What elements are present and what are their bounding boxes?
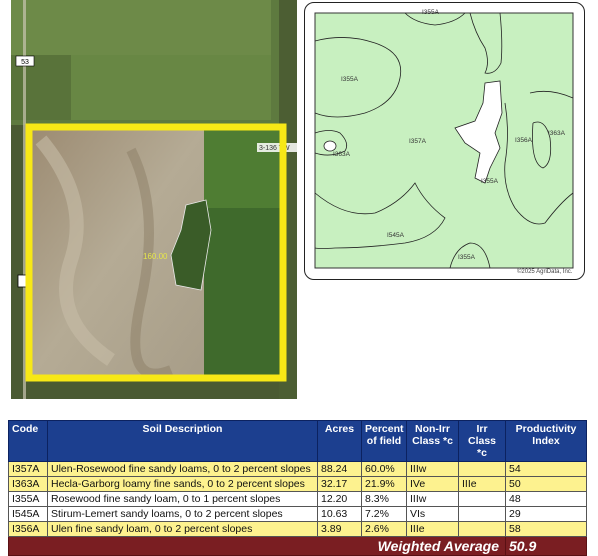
weighted-average-row: Weighted Average 50.9 (8, 536, 587, 556)
field-acres-label: 160.00 (143, 252, 168, 261)
unmapped-spot (323, 140, 337, 152)
cell-productivity: 58 (505, 521, 587, 537)
cell-productivity: 48 (505, 491, 587, 507)
cell-productivity: 50 (505, 476, 587, 492)
soil-label: I355A (341, 76, 359, 83)
soil-label: I363A (333, 151, 351, 158)
cell-nonirr: IIIw (406, 461, 459, 477)
table-row: I363A Hecla-Garborg loamy fine sands, 0 … (8, 476, 587, 492)
cell-description: Ulen-Rosewood fine sandy loams, 0 to 2 p… (47, 461, 318, 477)
aerial-photo: 53 3-136 TW 160.00 (11, 0, 297, 399)
cell-code: I363A (8, 476, 48, 492)
cell-description: Ulen fine sandy loam, 0 to 2 percent slo… (47, 521, 318, 537)
cell-code: I355A (8, 491, 48, 507)
soil-map: I355A I355A I357A I363A I356A I363A I355… (304, 2, 585, 280)
soil-label: I363A (548, 130, 566, 137)
table-row: I545A Stirum-Lemert sandy loams, 0 to 2 … (8, 506, 587, 522)
table-header-row: Code Soil Description Acres Percent of f… (8, 420, 587, 462)
cell-description: Hecla-Garborg loamy fine sands, 0 to 2 p… (47, 476, 318, 492)
cell-code: I357A (8, 461, 48, 477)
column-header-productivity: Productivity Index (505, 420, 587, 462)
soil-map-field (314, 12, 574, 269)
cell-code: I545A (8, 506, 48, 522)
column-header-code: Code (8, 420, 48, 462)
soil-label: I356A (515, 137, 533, 144)
column-header-irr: Irr Class *c (458, 420, 506, 462)
column-header-description: Soil Description (47, 420, 318, 462)
cell-acres: 32.17 (317, 476, 362, 492)
soil-label: I355A (422, 9, 440, 16)
cell-irr (458, 491, 506, 507)
soil-table: Code Soil Description Acres Percent of f… (8, 420, 587, 556)
table-row: I357A Ulen-Rosewood fine sandy loams, 0 … (8, 461, 587, 477)
soil-map-svg: I355A I355A I357A I363A I356A I363A I355… (314, 9, 574, 275)
cell-acres: 88.24 (317, 461, 362, 477)
cell-nonirr: IVe (406, 476, 459, 492)
cell-irr (458, 506, 506, 522)
cell-nonirr: IIIe (406, 521, 459, 537)
road-marker-label: 53 (21, 59, 29, 66)
cell-irr (458, 461, 506, 477)
cell-description: Rosewood fine sandy loam, 0 to 1 percent… (47, 491, 318, 507)
cell-percent: 21.9% (361, 476, 407, 492)
column-header-nonirr: Non-Irr Class *c (406, 420, 459, 462)
cell-nonirr: VIs (406, 506, 459, 522)
cell-irr: IIIe (458, 476, 506, 492)
cell-percent: 2.6% (361, 521, 407, 537)
cell-acres: 10.63 (317, 506, 362, 522)
column-header-acres: Acres (317, 420, 362, 462)
cell-productivity: 54 (505, 461, 587, 477)
cell-productivity: 29 (505, 506, 587, 522)
weighted-average-label: Weighted Average (8, 536, 506, 556)
cell-acres: 12.20 (317, 491, 362, 507)
cell-irr (458, 521, 506, 537)
table-row: I355A Rosewood fine sandy loam, 0 to 1 p… (8, 491, 587, 507)
soil-label: I545A (387, 232, 405, 239)
cell-acres: 3.89 (317, 521, 362, 537)
weighted-average-value: 50.9 (505, 536, 587, 556)
soil-label: I357A (409, 138, 427, 145)
cell-percent: 8.3% (361, 491, 407, 507)
cell-percent: 60.0% (361, 461, 407, 477)
soil-label: I355A (481, 178, 499, 185)
soil-label: I355A (458, 254, 476, 261)
cell-code: I356A (8, 521, 48, 537)
map-copyright: ©2025 AgriData, Inc. (517, 268, 573, 275)
aerial-photo-svg: 53 3-136 TW 160.00 (11, 0, 297, 399)
column-header-percent: Percent of field (361, 420, 407, 462)
cell-description: Stirum-Lemert sandy loams, 0 to 2 percen… (47, 506, 318, 522)
cell-nonirr: IIIw (406, 491, 459, 507)
table-row: I356A Ulen fine sandy loam, 0 to 2 perce… (8, 521, 587, 537)
cell-percent: 7.2% (361, 506, 407, 522)
